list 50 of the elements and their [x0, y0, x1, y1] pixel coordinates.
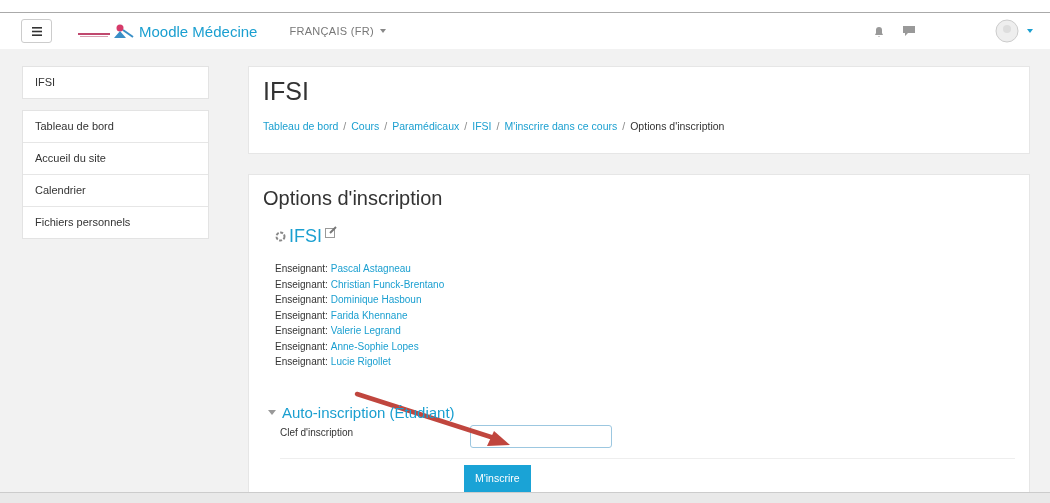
teacher-link[interactable]: Dominique Hasboun	[330, 292, 422, 308]
sidebar-item[interactable]: Fichiers personnels	[23, 206, 208, 238]
enrol-button[interactable]: M'inscrire	[464, 464, 531, 492]
page-title: IFSI	[263, 77, 310, 106]
enrolment-key-field[interactable]	[470, 424, 612, 448]
language-menu[interactable]: FRANÇAIS (FR)	[289, 25, 386, 37]
logo-icon	[78, 22, 136, 40]
breadcrumb-link[interactable]: Paramédicaux	[392, 120, 460, 132]
teacher-role: Enseignant:	[275, 262, 328, 276]
course-name-link[interactable]: IFSI	[289, 226, 322, 247]
bell-icon[interactable]	[873, 25, 885, 37]
teacher-link[interactable]: Pascal Astagneau	[330, 261, 411, 277]
sidebar-item[interactable]: Accueil du site	[23, 142, 208, 174]
teacher-link[interactable]: Christian Funck-Brentano	[330, 276, 445, 292]
teacher-link[interactable]: Farida Khennane	[330, 307, 408, 323]
breadcrumb-current: Options d'inscription	[630, 120, 725, 132]
breadcrumb-link[interactable]: M'inscrire dans ce cours	[504, 120, 618, 132]
breadcrumb-separator: /	[464, 120, 468, 132]
teacher-role: Enseignant:	[275, 293, 328, 307]
teacher-link[interactable]: Anne-Sophie Lopes	[330, 338, 419, 354]
caret-icon	[1027, 29, 1033, 33]
teacher-role: Enseignant:	[275, 308, 328, 323]
menu-icon	[31, 26, 42, 36]
caret-icon	[268, 408, 276, 416]
course-link[interactable]: IFSI	[23, 67, 208, 98]
sidebar-item[interactable]: Tableau de bord	[23, 111, 208, 142]
breadcrumb-separator: /	[622, 120, 626, 132]
breadcrumb-link[interactable]: IFSI	[472, 120, 492, 132]
sidebar-item[interactable]: Calendrier	[23, 174, 208, 206]
chat-icon[interactable]	[903, 25, 915, 37]
teacher-role: Enseignant:	[275, 339, 328, 354]
avatar-icon	[995, 19, 1019, 43]
breadcrumb-separator: /	[496, 120, 500, 132]
teacher-link[interactable]: Valerie Legrand	[330, 323, 401, 339]
course-icon	[275, 231, 286, 242]
field-label: Clef d'inscription	[280, 425, 355, 438]
teacher-role: Enseignant:	[275, 355, 328, 369]
teacher-role: Enseignant:	[275, 324, 328, 338]
edit-icon	[325, 226, 337, 238]
site-name-link[interactable]: Moodle Médecine	[139, 22, 258, 40]
caret-icon	[380, 29, 386, 33]
section-title: Options d'inscription	[263, 187, 444, 210]
menu-button[interactable]	[21, 19, 52, 43]
teacher-link[interactable]: Lucie Rigollet	[330, 354, 391, 370]
user-menu[interactable]	[995, 19, 1033, 43]
breadcrumb-link[interactable]: Cours	[351, 120, 380, 132]
breadcrumb-separator: /	[384, 120, 388, 132]
teacher-role: Enseignant:	[275, 277, 328, 292]
breadcrumb-separator: /	[343, 120, 347, 132]
breadcrumb-link[interactable]: Tableau de bord	[263, 120, 339, 132]
